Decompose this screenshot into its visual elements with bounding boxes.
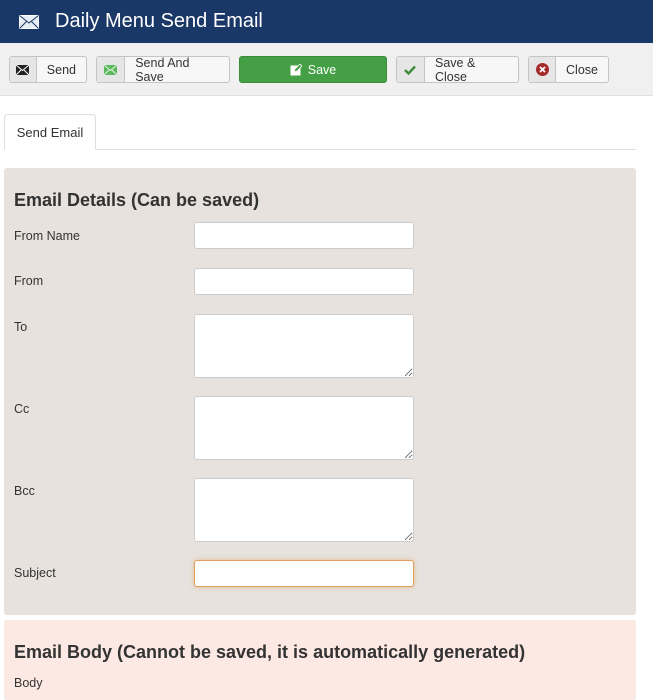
envelope-green-icon (97, 57, 126, 82)
send-and-save-button[interactable]: Send And Save (96, 56, 230, 84)
to-label: To (14, 320, 28, 334)
page-title: Daily Menu Send Email (55, 10, 263, 32)
save-button[interactable]: Save (239, 56, 387, 83)
tab-bar: Send Email (4, 114, 636, 150)
tab-send-email[interactable]: Send Email (4, 114, 96, 150)
from-name-input[interactable] (194, 222, 414, 249)
bcc-label: Bcc (14, 484, 35, 498)
envelope-icon (19, 14, 39, 29)
body-label: Body (14, 676, 43, 690)
subject-label: Subject (14, 566, 56, 580)
close-button[interactable]: Close (528, 56, 609, 83)
to-textarea[interactable] (194, 314, 414, 378)
from-name-label: From Name (14, 229, 80, 243)
email-details-heading: Email Details (Can be saved) (14, 190, 260, 210)
checkmark-icon (397, 57, 425, 82)
send-button[interactable]: Send (9, 56, 87, 83)
toolbar: Send Send And Save Save Save & Close Clo… (0, 43, 653, 96)
email-details-panel: Email Details (Can be saved) From Name F… (4, 168, 636, 615)
subject-input[interactable] (194, 560, 414, 587)
cc-label: Cc (14, 402, 30, 416)
bcc-textarea[interactable] (194, 478, 414, 542)
from-label: From (14, 274, 44, 288)
envelope-icon (10, 57, 37, 82)
email-body-heading: Email Body (Cannot be saved, it is autom… (14, 642, 526, 662)
app-header: Daily Menu Send Email (0, 0, 653, 43)
email-body-panel: Email Body (Cannot be saved, it is autom… (4, 620, 636, 700)
edit-icon (290, 63, 302, 75)
save-close-button[interactable]: Save & Close (396, 56, 519, 84)
from-input[interactable] (194, 268, 414, 295)
close-circle-icon (529, 57, 557, 82)
cc-textarea[interactable] (194, 396, 414, 460)
